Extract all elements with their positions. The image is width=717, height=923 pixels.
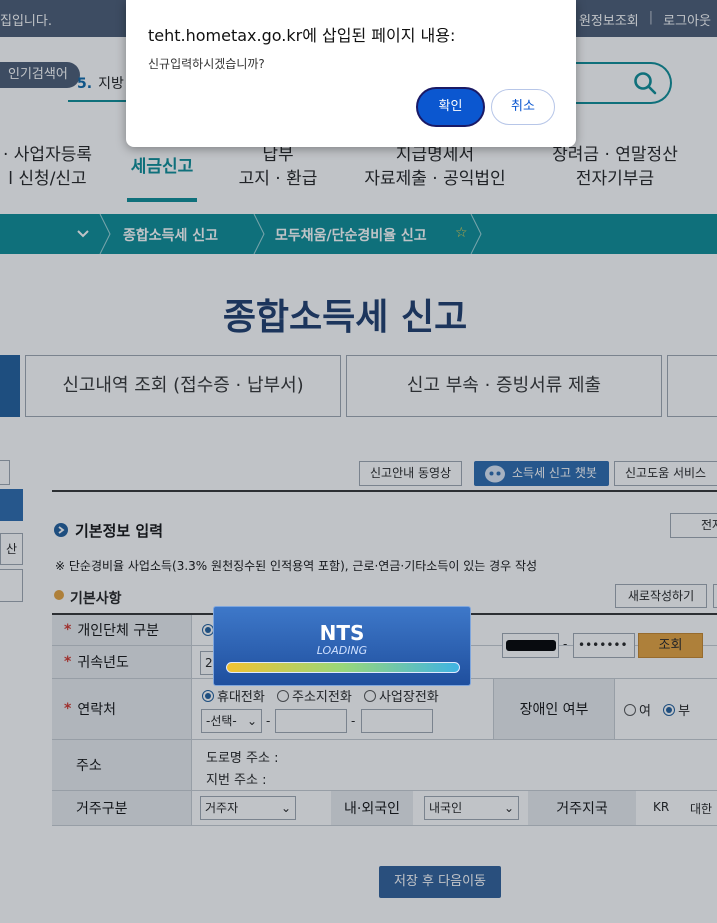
dialog-title: teht.hometax.go.kr에 삽입된 페이지 내용: (148, 26, 456, 45)
ok-button[interactable]: 확인 (416, 87, 485, 127)
loading-progress-bar (226, 662, 460, 673)
cancel-button[interactable]: 취소 (491, 89, 555, 125)
loading-text: LOADING (316, 644, 368, 657)
loading-brand: NTS (319, 621, 365, 645)
loading-indicator: NTS LOADING (213, 606, 471, 686)
dialog-message: 신규입력하시겠습니까? (148, 57, 265, 71)
